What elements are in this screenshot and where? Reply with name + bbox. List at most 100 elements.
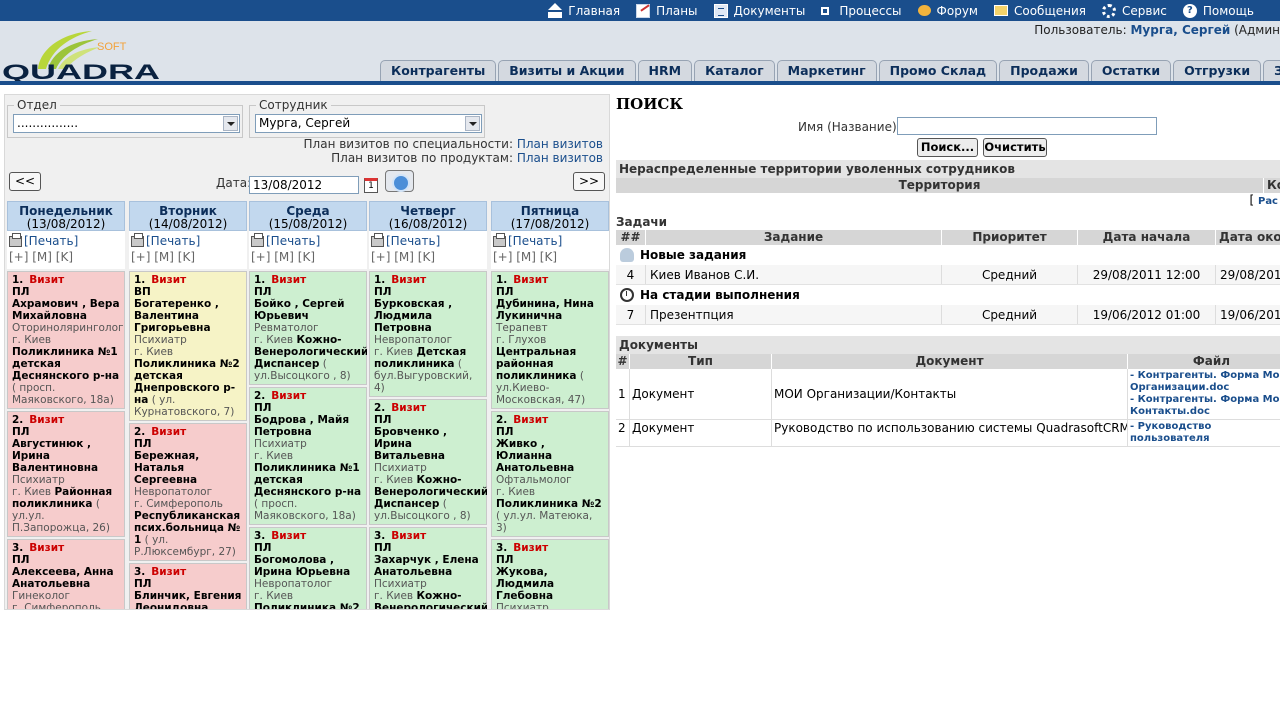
tab-catalog[interactable]: Каталог (694, 60, 775, 81)
refresh-button[interactable] (385, 170, 414, 192)
task-row[interactable]: 4 Киев Иванов С.И. Средний 29/08/2011 12:00… (616, 265, 1280, 285)
visit-position: ПЛ (496, 554, 514, 566)
day-action-add[interactable]: [+] (371, 250, 390, 264)
nav-documents[interactable]: Документы (713, 3, 805, 18)
task-row[interactable]: 7 Презентпция Средний 19/06/2012 01:00 19/06… (616, 305, 1280, 325)
tab-promo-stock[interactable]: Промо Склад (878, 60, 998, 81)
search-title: ПОИСК (616, 95, 683, 113)
visit-specialty: Психиатр (134, 334, 187, 346)
day-action-m[interactable]: [M] (32, 250, 52, 264)
day-action-add[interactable]: [+] (493, 250, 512, 264)
day-action-m[interactable]: [M] (516, 250, 536, 264)
visit-card[interactable]: 2. Визит ПЛ Бодрова , Майя Петровна Психиатр… (249, 387, 367, 525)
document-rows: 1 Документ МОИ Организации/Контакты - Контр… (616, 369, 1280, 447)
clear-button[interactable]: Очистить (983, 138, 1047, 157)
dept-select[interactable]: ................ (13, 114, 240, 133)
plan-by-product-link[interactable]: План визитов (517, 151, 603, 165)
next-week-button[interactable]: >> (573, 172, 605, 191)
tab-tasks[interactable]: Задачи (1263, 60, 1280, 81)
nav-home[interactable]: Главная (548, 2, 620, 18)
day-action-add[interactable]: [+] (9, 250, 28, 264)
nav-processes[interactable]: Процессы (821, 4, 902, 18)
visit-card[interactable]: 1. Визит ПЛ Бурковская , Людмила Петровна Не… (369, 271, 487, 397)
nav-messages[interactable]: Сообщения (993, 4, 1086, 18)
quadrasoft-logo[interactable]: SOFT QUADRA (0, 25, 165, 81)
day-action-k[interactable]: [K] (178, 250, 195, 264)
day-action-k[interactable]: [K] (56, 250, 73, 264)
day-action-m[interactable]: [M] (154, 250, 174, 264)
territory-link[interactable]: Рас (1258, 196, 1278, 207)
visit-specialty: Невропатолог (134, 486, 213, 498)
day-action-m[interactable]: [M] (274, 250, 294, 264)
doc-file-link[interactable]: - Контрагенты. Форма Мои-Контакты.doc (1130, 394, 1280, 418)
visit-address: ( просп. Маяковского, 18а) (254, 498, 356, 522)
tab-marketing[interactable]: Маркетинг (776, 60, 877, 81)
print-label: [Печать] (386, 234, 441, 248)
nav-service[interactable]: Сервис (1102, 3, 1167, 18)
print-link[interactable]: [Печать] (371, 232, 487, 248)
visit-type: Визит (391, 402, 427, 414)
nav-forum[interactable]: Форум (917, 4, 978, 18)
tab-shipments[interactable]: Отгрузки (1173, 60, 1262, 81)
tab-sales[interactable]: Продажи (999, 60, 1089, 81)
print-link[interactable]: [Печать] (9, 232, 125, 248)
day-action-add[interactable]: [+] (251, 250, 270, 264)
name-search-input[interactable] (897, 117, 1157, 135)
visit-doctor-name: Бровченко , Ирина Витальевна (374, 426, 447, 462)
visit-position: ПЛ (134, 438, 152, 450)
visit-card[interactable]: 2. Визит ПЛ Бережная, Наталья Сергеевна Невр… (129, 423, 247, 561)
day-action-k[interactable]: [K] (540, 250, 557, 264)
nav-plans[interactable]: Планы (636, 3, 698, 18)
search-button[interactable]: Поиск... (917, 138, 978, 157)
tab-counterparties[interactable]: Контрагенты (380, 60, 497, 81)
doc-file-link[interactable]: - Руководство пользователя (1130, 421, 1280, 445)
day-controls: [Печать] [+] [M] [K] (249, 231, 367, 269)
day-controls: [Печать] [+] [M] [K] (369, 231, 487, 269)
tab-stock[interactable]: Остатки (1090, 60, 1172, 81)
visit-card[interactable]: 1. Визит ВП Богатеренко , Валентина Григорь… (129, 271, 247, 421)
visit-doctor-name: Жукова, Людмила Глебовна (496, 566, 555, 602)
printer-icon (251, 232, 264, 247)
doc-file-link[interactable]: - Контрагенты. Форма Мои-Организации.doc (1130, 370, 1280, 394)
nav-help[interactable]: ? Помощь (1182, 3, 1254, 18)
visit-doctor-name: Живко , Юлианна Анатольевна (496, 438, 575, 474)
chevron-down-icon[interactable] (223, 116, 238, 131)
visit-card[interactable]: 3. Визит ПЛ Жукова, Людмила Глебовна Психиат… (491, 539, 609, 609)
visit-card[interactable]: 3. Визит ПЛ Захарчук , Елена Анатольевна Пси… (369, 527, 487, 609)
day-action-k[interactable]: [K] (418, 250, 435, 264)
tab-hrm[interactable]: HRM (637, 60, 693, 81)
print-link[interactable]: [Печать] (251, 232, 367, 248)
visit-city: г. Киев (254, 334, 294, 346)
visit-card[interactable]: 1. Визит ПЛ Дубинина, Нина Лукинична Терапев… (491, 271, 609, 409)
chevron-down-icon[interactable] (465, 116, 480, 131)
print-link[interactable]: [Печать] (493, 232, 609, 248)
day-action-m[interactable]: [M] (394, 250, 414, 264)
prev-week-button[interactable]: << (9, 172, 41, 191)
visit-card[interactable]: 1. Визит ПЛ Ахрамович , Вера Михайловна Отор… (7, 271, 125, 409)
day-action-k[interactable]: [K] (298, 250, 315, 264)
employee-select[interactable]: Мурга, Сергей (255, 114, 482, 133)
visit-card[interactable]: 3. Визит ПЛ Богомолова , Ирина Юрьевна Невро… (249, 527, 367, 609)
day-action-add[interactable]: [+] (131, 250, 150, 264)
visit-card[interactable]: 2. Визит ПЛ Августинюк , Ирина Валентиновна… (7, 411, 125, 537)
visit-card[interactable]: 3. Визит ПЛ Блинчик, Евгения Леонидовна (129, 563, 247, 609)
visit-card[interactable]: 1. Визит ПЛ Бойко , Сергей Юрьевич Ревматоло… (249, 271, 367, 385)
visit-type: Визит (151, 426, 187, 438)
visit-doctor-name: Богатеренко , Валентина Григорьевна (134, 298, 219, 334)
date-field[interactable]: 13/08/2012 (249, 176, 359, 194)
documents-section: Документы # Тип Документ Файл 1 Документ М… (616, 336, 1280, 447)
visit-title: 1. Визит (134, 274, 242, 286)
calendar-icon[interactable]: 1 (364, 178, 378, 193)
header-divider (0, 81, 1280, 85)
visit-card[interactable]: 3. Визит ПЛ Алексеева, Анна Анатольевна Гине… (7, 539, 125, 609)
visit-card[interactable]: 2. Визит ПЛ Живко , Юлианна Анатольевна Офта… (491, 411, 609, 537)
visit-title: 2. Визит (254, 390, 362, 402)
print-link[interactable]: [Печать] (131, 232, 247, 248)
visit-card[interactable]: 2. Визит ПЛ Бровченко , Ирина Витальевна Пси… (369, 399, 487, 525)
document-row: 2 Документ Руководство по использованию си… (616, 420, 1280, 447)
tab-visits[interactable]: Визиты и Акции (498, 60, 636, 81)
visit-location: г. Киев Поликлиника №2 ( ул.ул. Матеюка,… (496, 486, 604, 534)
visit-position: ПЛ (254, 542, 272, 554)
user-name-link[interactable]: Мурга, Сергей (1130, 23, 1230, 37)
plan-by-specialty-link[interactable]: План визитов (517, 137, 603, 151)
